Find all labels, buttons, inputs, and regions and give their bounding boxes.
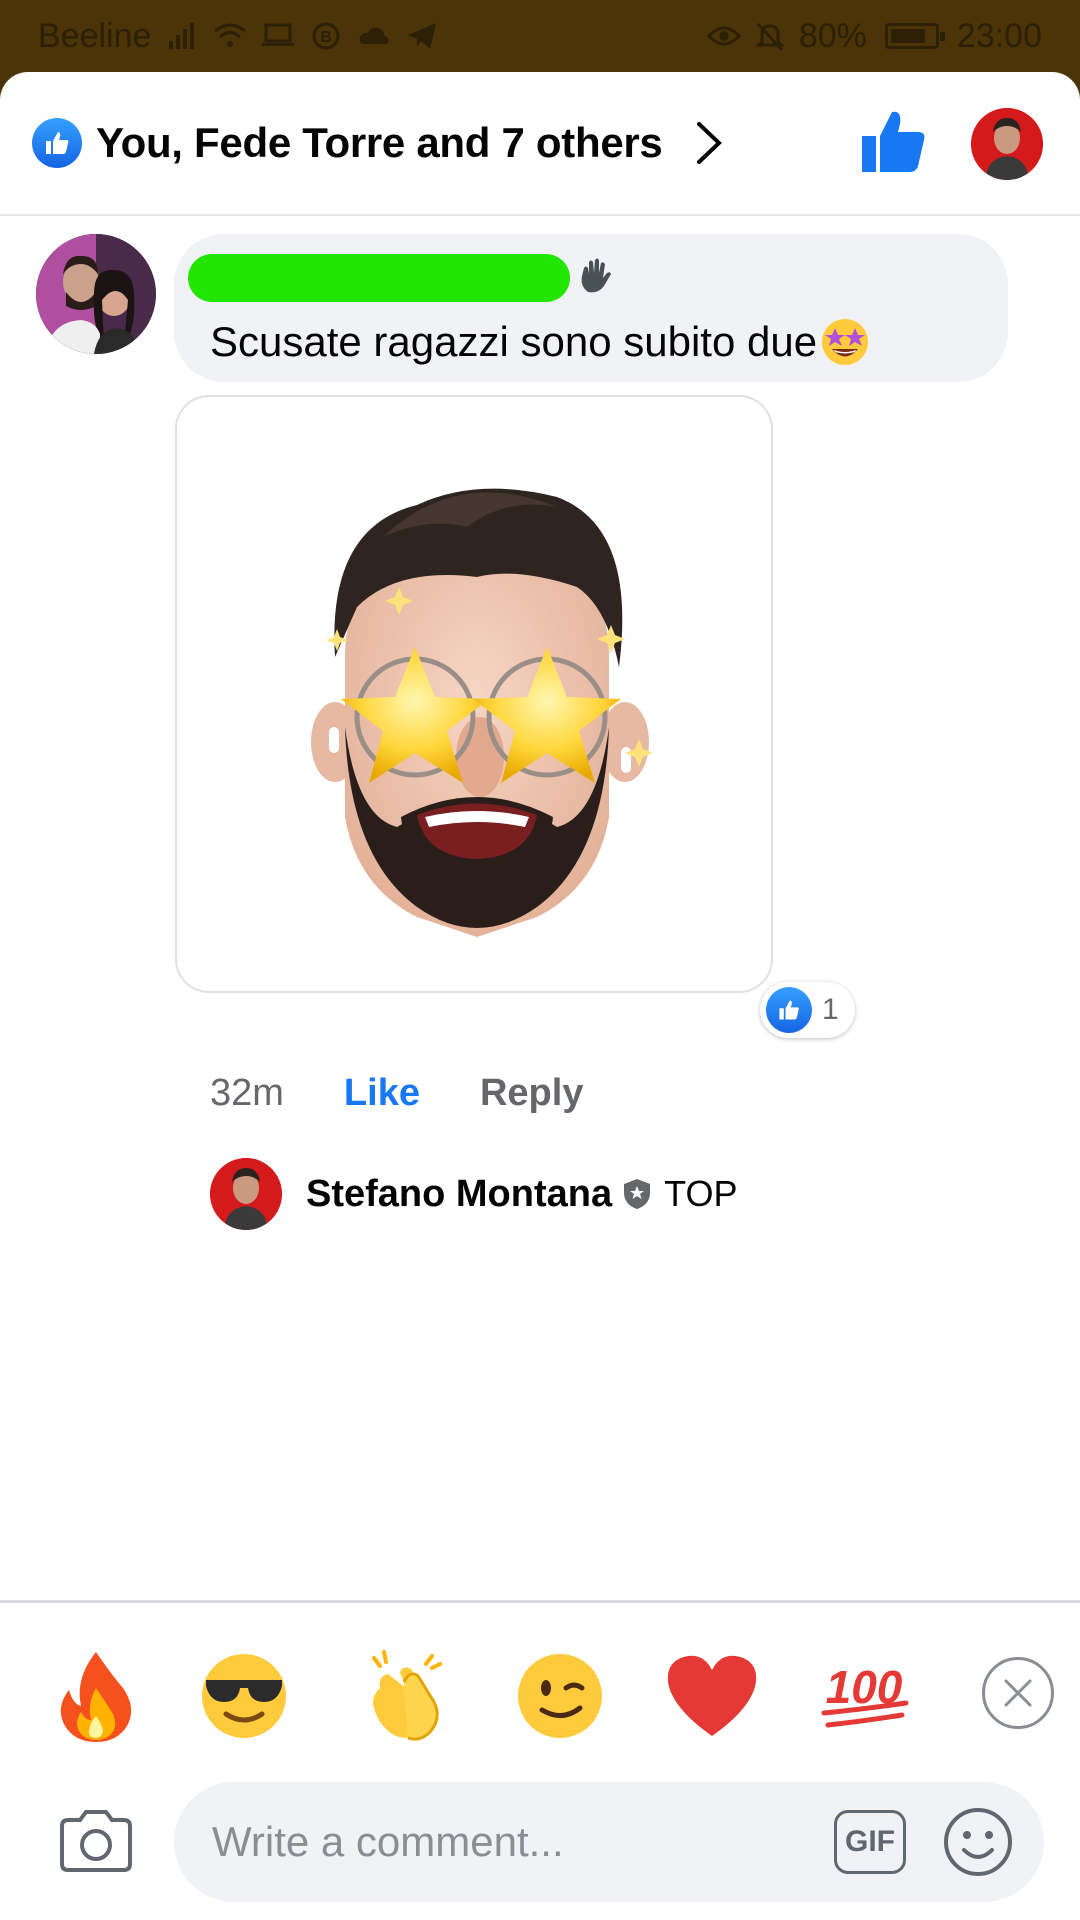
close-emoji-bar-button[interactable]: [982, 1657, 1054, 1729]
comment-input[interactable]: [174, 1782, 1044, 1902]
like-reaction-icon: [766, 987, 812, 1033]
reactions-header: You, Fede Torre and 7 others: [0, 72, 1080, 216]
comment-timestamp: 32m: [210, 1072, 284, 1114]
reaction-count-badge[interactable]: 1: [760, 982, 855, 1038]
reply-button[interactable]: Reply: [480, 1072, 583, 1115]
emoji-picker-button[interactable]: [942, 1806, 1014, 1878]
comment-sheet: You, Fede Torre and 7 others Scusate rag…: [0, 72, 1080, 1920]
winking-face-emoji-icon[interactable]: [510, 1646, 610, 1746]
gif-button[interactable]: GIF: [834, 1810, 906, 1874]
reaction-count: 1: [822, 993, 839, 1026]
battery-percent: 80%: [798, 16, 867, 55]
telegram-icon: [405, 19, 439, 53]
waving-hand-icon: [581, 258, 611, 293]
user-avatar[interactable]: [971, 108, 1043, 180]
clock: 23:00: [956, 16, 1042, 55]
close-icon: [1004, 1679, 1032, 1707]
fire-emoji-icon[interactable]: [46, 1646, 146, 1746]
reactors-summary[interactable]: You, Fede Torre and 7 others: [96, 119, 663, 167]
reply-preview[interactable]: Stefano Montana TOP: [210, 1158, 737, 1230]
comment-text: Scusate ragazzi sono subito due: [210, 316, 871, 368]
memoji-sticker[interactable]: [175, 395, 773, 993]
commenter-avatar[interactable]: [36, 234, 156, 354]
svg-text:B: B: [321, 29, 333, 46]
hundred-points-emoji-icon[interactable]: 100: [814, 1646, 914, 1746]
comment-actions: 32m Like Reply: [210, 1072, 583, 1115]
star-struck-emoji-icon: [822, 319, 869, 365]
redacted-author-name: [188, 254, 570, 302]
carrier-label: Beeline: [38, 16, 152, 55]
reply-author-avatar: [210, 1158, 282, 1230]
battery-icon: [884, 23, 945, 49]
laptop-icon: [261, 19, 295, 53]
comment-bubble[interactable]: Scusate ragazzi sono subito due: [174, 234, 1008, 382]
like-comment-button[interactable]: Like: [344, 1072, 420, 1115]
like-post-button[interactable]: [858, 106, 928, 176]
reply-author-name: Stefano Montana: [306, 1172, 613, 1215]
quick-emoji-row: 100: [0, 1646, 1080, 1766]
signal-icon: [165, 19, 199, 53]
bell-off-icon: [753, 19, 787, 53]
cloud-icon: [357, 19, 391, 53]
status-bar: Beeline B 80% 23:00: [0, 0, 1080, 72]
wifi-icon: [213, 19, 247, 53]
composer-divider: [0, 1600, 1080, 1603]
chevron-right-icon[interactable]: [694, 113, 734, 173]
red-heart-emoji-icon[interactable]: [662, 1646, 762, 1746]
like-reaction-icon: [32, 118, 82, 168]
comment-body: Scusate ragazzi sono subito due: [210, 318, 818, 365]
gif-label: GIF: [845, 1825, 895, 1858]
camera-button[interactable]: [58, 1808, 134, 1874]
shield-star-icon: [624, 1179, 651, 1209]
top-fan-badge: TOP: [664, 1173, 738, 1214]
b-circle-icon: B: [309, 19, 343, 53]
sunglasses-emoji-icon[interactable]: [194, 1646, 294, 1746]
eye-icon: [706, 19, 741, 53]
clapping-hands-emoji-icon[interactable]: [356, 1646, 456, 1746]
